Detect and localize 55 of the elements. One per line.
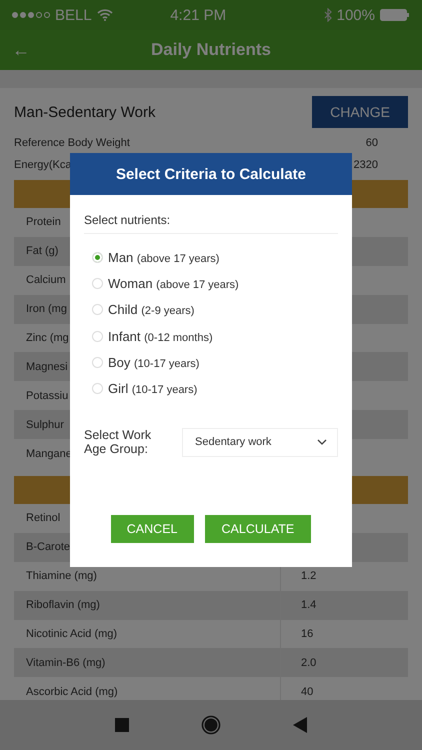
status-time: 4:21 PM	[169, 6, 228, 24]
battery-icon	[380, 9, 410, 21]
square-icon[interactable]	[115, 718, 129, 732]
radio-option[interactable]: Infant (0-12 months)	[92, 322, 338, 350]
nutrient-name: Magnesi	[26, 360, 68, 373]
home-icon[interactable]	[201, 715, 221, 735]
page-title: Daily Nutrients	[150, 40, 272, 60]
nutrient-name: Potassiu	[26, 390, 68, 402]
nutrient-name: Sulphur	[26, 418, 64, 431]
dialog-title: Select Criteria to Calculate	[116, 166, 306, 182]
bluetooth-icon	[324, 8, 332, 22]
radio-option[interactable]: Child (2-9 years)	[92, 296, 338, 323]
nutrient-name: B-Carote	[26, 541, 70, 554]
signal-icon	[12, 12, 50, 18]
dialog-prompt: Select nutrients:	[84, 213, 170, 227]
work-group-label: Select Work Age Group:	[84, 428, 152, 456]
nutrient-name: Calcium	[26, 274, 66, 286]
nutrient-value: 16	[301, 628, 314, 640]
back-triangle-icon[interactable]	[293, 717, 307, 733]
nutrient-name: Retinol	[26, 512, 60, 524]
radio-button[interactable]	[92, 304, 103, 316]
nutrient-name: Zinc (mg	[26, 332, 69, 344]
nutrient-name: Ascorbic Acid (mg)	[26, 686, 118, 698]
radio-option[interactable]: Woman (above 17 years)	[92, 270, 338, 297]
wifi-icon	[96, 9, 113, 21]
nutrient-name: Vitamin-B6 (mg)	[26, 656, 106, 669]
nutrient-name: Nicotinic Acid (mg)	[26, 628, 118, 640]
info-value: 2320	[354, 159, 378, 171]
work-group-dropdown[interactable]: Sedentary work	[182, 428, 338, 457]
nutrient-value: 1.2	[301, 570, 316, 582]
radio-button[interactable]	[92, 252, 103, 263]
radio-option[interactable]: Man (above 17 years)	[92, 244, 338, 270]
nutrient-name: Thiamine (mg)	[26, 570, 97, 582]
radio-option[interactable]: Girl (10-17 years)	[92, 375, 338, 402]
chevron-down-icon	[317, 439, 327, 446]
change-button[interactable]: CHANGE	[312, 96, 408, 128]
nutrient-value: 1.4	[301, 599, 316, 612]
nutrient-value: 2.0	[301, 656, 316, 669]
nutrient-name: Iron (mg	[26, 303, 67, 316]
info-label: Reference Body Weight	[14, 137, 130, 149]
radio-button[interactable]	[92, 356, 103, 368]
radio-button[interactable]	[92, 278, 103, 289]
radio-button[interactable]	[92, 383, 103, 394]
radio-option[interactable]: Boy (10-17 years)	[92, 349, 338, 376]
info-value: 60	[366, 137, 378, 149]
carrier-name: BELL	[55, 6, 92, 24]
nutrient-name: Fat (g)	[26, 245, 58, 258]
radio-button[interactable]	[92, 330, 103, 342]
nutrient-name: Riboflavin (mg)	[26, 599, 100, 612]
profile-title: Man-Sedentary Work	[14, 104, 156, 120]
nutrient-name: Protein	[26, 216, 61, 228]
info-label: Energy(Kca	[14, 159, 72, 171]
battery-percent: 100%	[336, 6, 375, 24]
nutrient-value: 40	[301, 686, 314, 698]
nutrient-name: Mangane	[26, 448, 72, 460]
